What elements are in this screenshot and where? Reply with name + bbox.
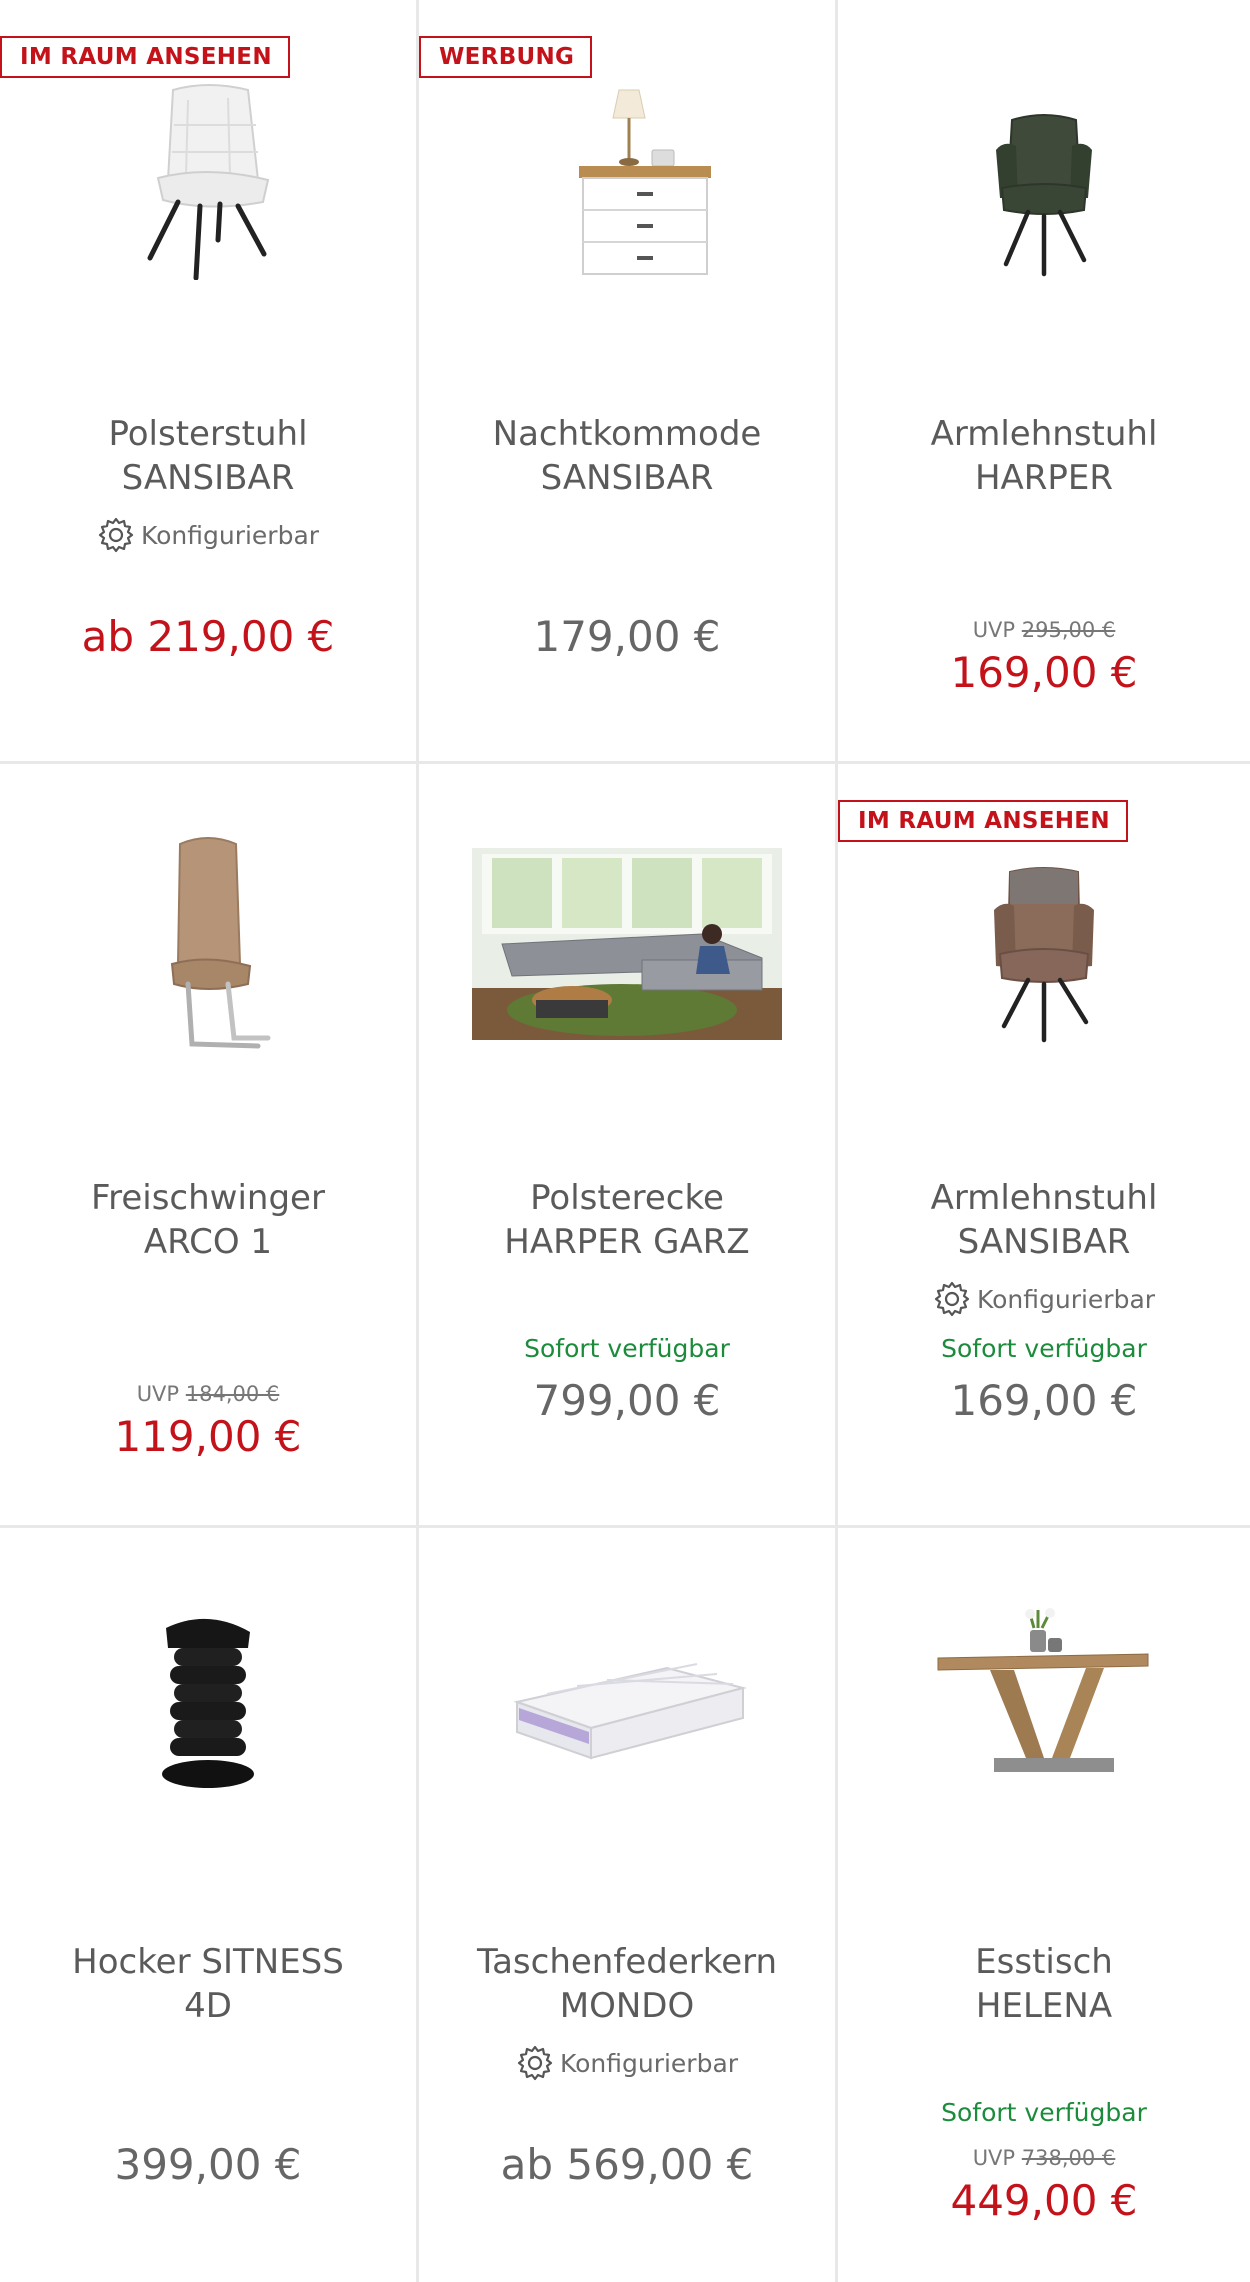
view-in-room-badge[interactable]: IM RAUM ANSEHEN [0, 36, 290, 78]
product-price: 799,00 € [533, 1376, 721, 1425]
product-title-line2[interactable]: SANSIBAR [848, 1220, 1240, 1264]
gear-icon [98, 517, 134, 553]
product-title-line1[interactable]: Armlehnstuhl [848, 412, 1240, 456]
product-card-freischwinger-arco[interactable]: Freischwinger ARCO 1 UVP 184,00 € 119,00… [0, 764, 419, 1528]
uvp-label: UVP [972, 618, 1016, 642]
configurable-hint: Konfigurierbar [0, 516, 416, 554]
configurable-hint: Konfigurierbar [838, 1280, 1250, 1318]
uvp-label: UVP [136, 1382, 180, 1406]
configurable-label: Konfigurierbar [559, 2048, 739, 2078]
product-title-line2[interactable]: MONDO [429, 1984, 825, 2028]
mattress-icon [513, 1663, 747, 1760]
product-price: 169,00 € [950, 648, 1138, 697]
product-image[interactable] [0, 824, 416, 1064]
configurable-label: Konfigurierbar [976, 1284, 1156, 1314]
product-title-line2[interactable]: HARPER GARZ [429, 1220, 825, 1264]
availability-status: Sofort verfügbar [524, 1334, 730, 1363]
product-title-line2[interactable]: SANSIBAR [10, 456, 406, 500]
product-title-line1[interactable]: Polsterecke [429, 1176, 825, 1220]
product-image[interactable] [419, 60, 835, 300]
stool-black-icon [162, 1618, 254, 1788]
product-card-armlehnstuhl-harper[interactable]: Armlehnstuhl HARPER UVP 295,00 € 169,00 … [838, 0, 1250, 764]
product-image[interactable] [0, 60, 416, 300]
product-title-line1[interactable]: Polsterstuhl [10, 412, 406, 456]
product-title-line2[interactable]: ARCO 1 [10, 1220, 406, 1264]
product-image[interactable] [838, 824, 1250, 1064]
product-image[interactable] [838, 1588, 1250, 1828]
configurable-hint: Konfigurierbar [419, 2044, 835, 2082]
dining-table-icon [937, 1608, 1149, 1772]
product-title-line1[interactable]: Armlehnstuhl [848, 1176, 1240, 1220]
product-image[interactable] [419, 824, 835, 1064]
gear-icon [934, 1281, 970, 1317]
product-card-polsterecke-harper-garz[interactable]: Polsterecke HARPER GARZ Sofort verfügbar… [419, 764, 838, 1528]
uvp-price: UVP 738,00 € [838, 2146, 1250, 2170]
product-title-line1[interactable]: Freischwinger [10, 1176, 406, 1220]
product-card-hocker-sitness[interactable]: Hocker SITNESS 4D 399,00 € [0, 1528, 419, 2282]
product-title-line2[interactable]: HARPER [848, 456, 1240, 500]
uvp-old-price: 738,00 € [1021, 2146, 1116, 2170]
uvp-price: UVP 295,00 € [838, 618, 1250, 642]
availability-status: Sofort verfügbar [941, 2098, 1147, 2127]
configurable-label: Konfigurierbar [140, 520, 320, 550]
uvp-old-price: 184,00 € [185, 1382, 280, 1406]
product-price: 449,00 € [950, 2176, 1138, 2225]
uvp-price: UVP 184,00 € [0, 1382, 416, 1406]
advertising-badge: WERBUNG [419, 36, 593, 78]
product-card-polsterstuhl-sansibar[interactable]: IM RAUM ANSEHEN Polsterstuhl SANSIBAR Ko… [0, 0, 419, 764]
gear-icon [517, 2045, 553, 2081]
armchair-green-icon [996, 114, 1092, 277]
product-grid: IM RAUM ANSEHEN Polsterstuhl SANSIBAR Ko… [0, 0, 1250, 2282]
product-image[interactable] [0, 1588, 416, 1828]
corner-sofa-photo-icon [472, 848, 782, 1040]
product-image[interactable] [419, 1588, 835, 1828]
product-title-line1[interactable]: Taschenfederkern [429, 1940, 825, 1984]
product-title-line1[interactable]: Nachtkommode [429, 412, 825, 456]
uvp-label: UVP [972, 2146, 1016, 2170]
uvp-old-price: 295,00 € [1021, 618, 1116, 642]
product-title-line2[interactable]: 4D [10, 1984, 406, 2028]
product-price: 169,00 € [950, 1376, 1138, 1425]
armchair-brown-icon [994, 867, 1094, 1043]
product-price: ab 569,00 € [500, 2140, 754, 2189]
view-in-room-badge[interactable]: IM RAUM ANSEHEN [838, 800, 1128, 842]
product-card-nachtkommode-sansibar[interactable]: WERBUNG Nachtkommode SANSIBAR 179,00 € [419, 0, 838, 764]
product-card-armlehnstuhl-sansibar[interactable]: IM RAUM ANSEHEN Armlehnstuhl SANSIBAR Ko… [838, 764, 1250, 1528]
availability-status: Sofort verfügbar [941, 1334, 1147, 1363]
product-title-line2[interactable]: SANSIBAR [429, 456, 825, 500]
product-card-taschenfederkern-mondo[interactable]: Taschenfederkern MONDO Konfigurierbar ab… [419, 1528, 838, 2282]
nightstand-with-lamp-icon [579, 89, 711, 275]
product-price: 399,00 € [114, 2140, 302, 2189]
cantilever-chair-taupe-icon [170, 837, 271, 1049]
product-price: 179,00 € [533, 612, 721, 661]
product-title-line1[interactable]: Hocker SITNESS [10, 1940, 406, 1984]
product-price: 119,00 € [114, 1412, 302, 1461]
product-card-esstisch-helena[interactable]: Esstisch HELENA Sofort verfügbar UVP 738… [838, 1528, 1250, 2282]
product-title-line1[interactable]: Esstisch [848, 1940, 1240, 1984]
product-image[interactable] [838, 60, 1250, 300]
product-title-line2[interactable]: HELENA [848, 1984, 1240, 2028]
product-price: ab 219,00 € [81, 612, 335, 661]
upholstered-chair-white-icon [147, 84, 270, 280]
